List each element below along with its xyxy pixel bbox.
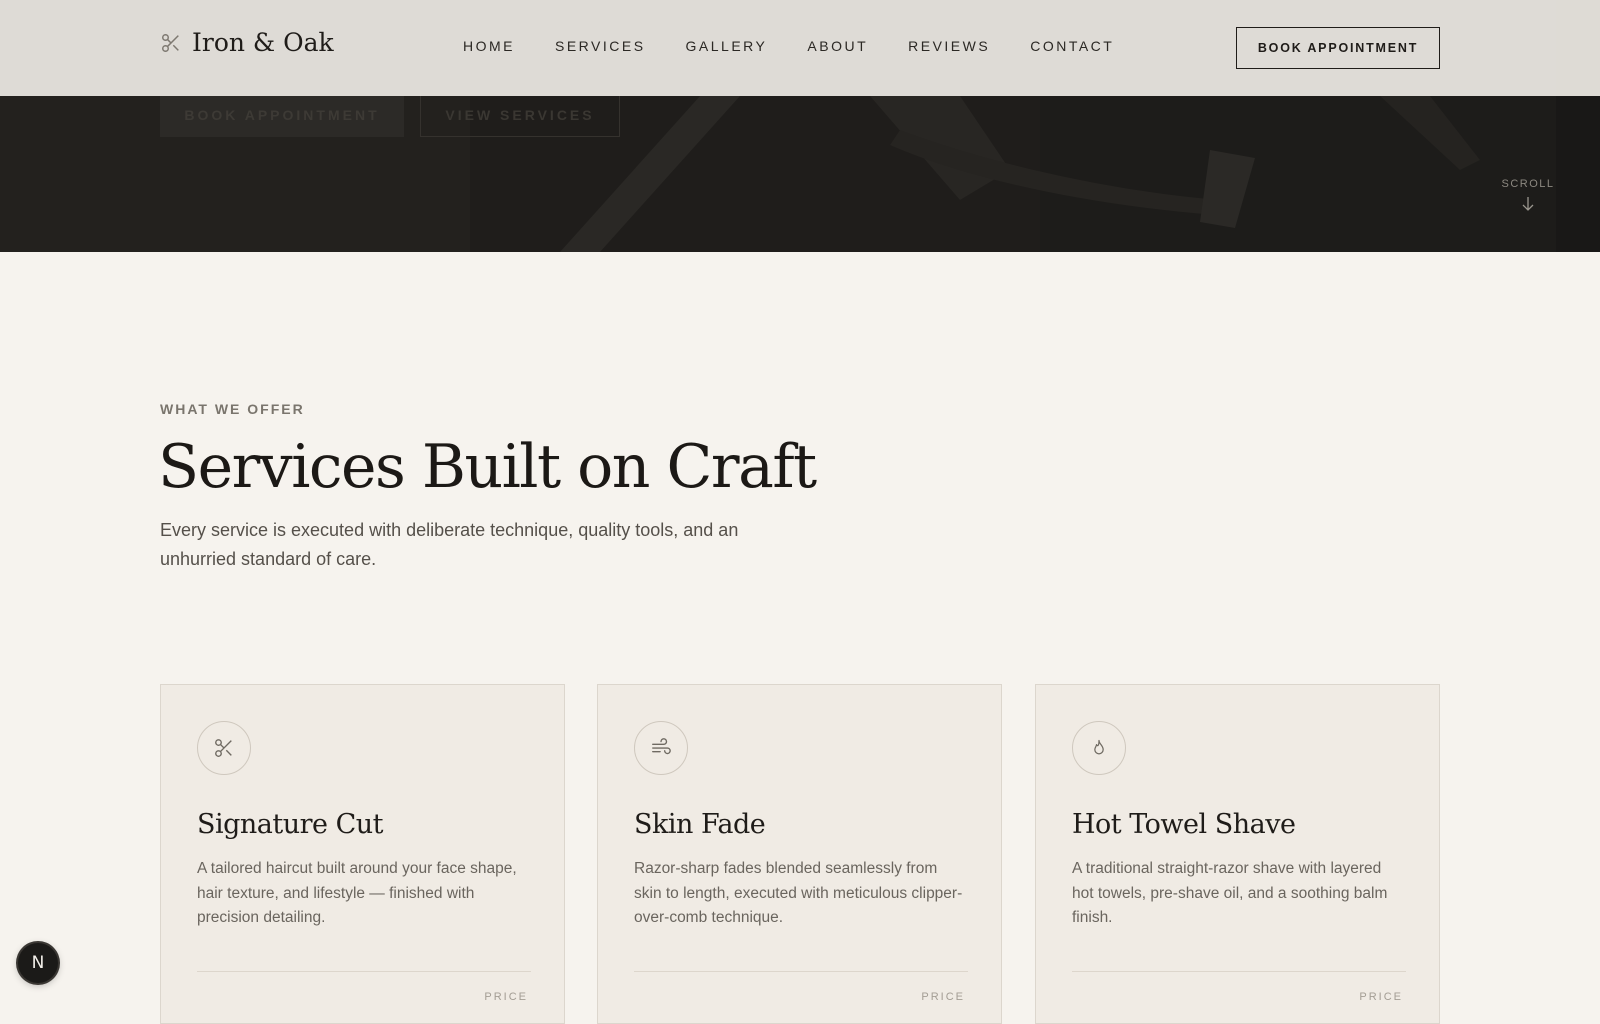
card-divider — [634, 971, 968, 972]
card-title: Hot Towel Shave — [1072, 809, 1296, 840]
nav-item-home[interactable]: HOME — [463, 38, 515, 54]
site-header: Iron & Oak HOME SERVICES GALLERY ABOUT R… — [0, 0, 1600, 96]
nav-item-services[interactable]: SERVICES — [555, 38, 646, 54]
card-title: Skin Fade — [634, 809, 766, 840]
nav-item-about[interactable]: ABOUT — [807, 38, 868, 54]
service-card-signature-cut[interactable]: Signature Cut A tailored haircut built a… — [160, 684, 565, 1024]
card-description: Razor-sharp fades blended seamlessly fro… — [634, 860, 963, 926]
section-description: Every service is executed with deliberat… — [160, 520, 739, 569]
card-divider — [1072, 971, 1406, 972]
card-price-label: PRICE — [484, 991, 528, 1003]
brand-logo[interactable]: Iron & Oak — [160, 28, 334, 57]
n-logo-icon[interactable]: N — [18, 943, 58, 983]
main-nav: HOME SERVICES GALLERY ABOUT REVIEWS CONT… — [463, 38, 1154, 54]
card-divider — [197, 971, 531, 972]
scroll-indicator[interactable]: SCROLL — [1498, 178, 1558, 212]
card-description: A tailored haircut built around your fac… — [197, 860, 517, 926]
badge-label: N — [31, 953, 45, 973]
card-price-label: PRICE — [921, 991, 965, 1003]
header-book-appointment-button[interactable]: BOOK APPOINTMENT — [1236, 27, 1440, 69]
section-eyebrow: WHAT WE OFFER — [160, 401, 305, 417]
section-title: Services Built on Craft — [158, 432, 817, 502]
card-title: Signature Cut — [197, 809, 384, 840]
brand-name: Iron & Oak — [192, 28, 334, 57]
arrow-down-icon — [1498, 196, 1558, 212]
wind-icon — [634, 721, 688, 775]
hero-book-appointment-button[interactable]: BOOK APPOINTMENT — [160, 93, 404, 137]
card-description: A traditional straight-razor shave with … — [1072, 860, 1388, 926]
flame-icon — [1072, 721, 1126, 775]
scissors-icon — [197, 721, 251, 775]
service-card-skin-fade[interactable]: Skin Fade Razor-sharp fades blended seam… — [597, 684, 1002, 1024]
scissors-icon — [160, 32, 182, 54]
card-price-label: PRICE — [1359, 991, 1403, 1003]
hero-view-services-button[interactable]: VIEW SERVICES — [420, 93, 620, 137]
nav-item-gallery[interactable]: GALLERY — [686, 38, 768, 54]
nav-item-contact[interactable]: CONTACT — [1030, 38, 1114, 54]
scroll-label: SCROLL — [1501, 178, 1555, 190]
service-card-hot-towel-shave[interactable]: Hot Towel Shave A traditional straight-r… — [1035, 684, 1440, 1024]
nav-item-reviews[interactable]: REVIEWS — [908, 38, 990, 54]
